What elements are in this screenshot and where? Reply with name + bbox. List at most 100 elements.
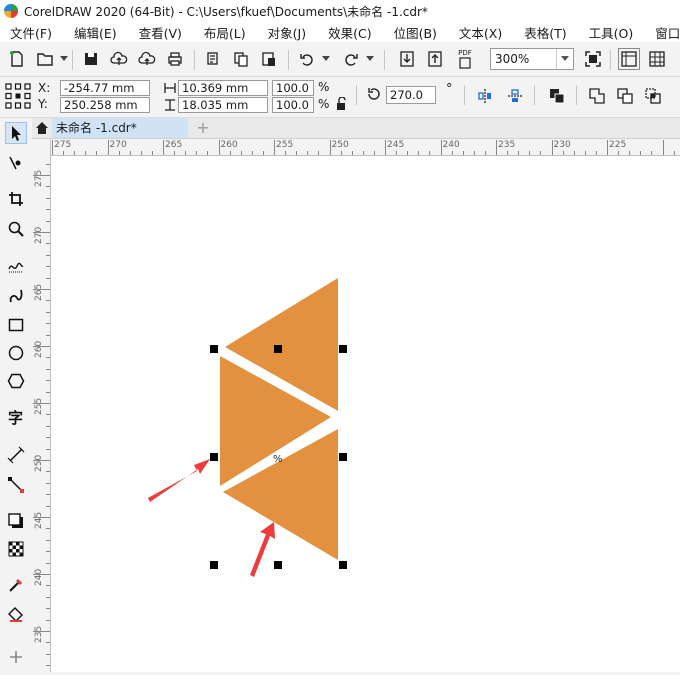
combine-button[interactable]	[546, 85, 568, 107]
canvas-drawing: %	[148, 278, 347, 577]
v-ruler-tick	[33, 631, 50, 632]
height-field[interactable]: 18.035 mm	[178, 97, 268, 113]
full-screen-preview-button[interactable]	[582, 48, 604, 70]
y-position-field[interactable]: 250.258 mm	[60, 97, 150, 113]
menu-layout[interactable]: 布局(L)	[204, 23, 246, 42]
menu-effects[interactable]: 效果(C)	[328, 23, 371, 42]
horizontal-ruler[interactable]: 275 270 265 260 255 250 245 240 235 230 225	[50, 139, 680, 156]
h-ruler-tick	[507, 151, 509, 155]
handle-bottom-center[interactable]	[274, 561, 282, 569]
menu-object[interactable]: 对象(J)	[268, 23, 306, 42]
zoom-dropdown-button[interactable]	[556, 49, 573, 69]
lock-ratio-icon[interactable]	[335, 97, 347, 111]
cut-button[interactable]	[202, 48, 224, 70]
handle-top-right[interactable]	[339, 345, 347, 353]
pick-tool[interactable]	[5, 122, 27, 144]
menu-file[interactable]: 文件(F)	[10, 23, 52, 42]
red-arrow-left	[148, 459, 210, 502]
drawing-canvas[interactable]: %	[51, 156, 680, 672]
zoom-level-combobox[interactable]: 300%	[490, 48, 574, 70]
menu-bitmaps[interactable]: 位图(B)	[394, 23, 437, 42]
export-button[interactable]	[424, 48, 446, 70]
handle-middle-left[interactable]	[210, 453, 218, 461]
v-ruler-label: 255	[34, 397, 44, 415]
width-field[interactable]: 10.369 mm	[178, 80, 268, 96]
h-ruler-tick	[251, 151, 253, 155]
mirror-vertical-button[interactable]	[504, 85, 526, 107]
intersect-button[interactable]	[642, 85, 664, 107]
import-button[interactable]	[396, 48, 418, 70]
rotation-angle-field[interactable]: 270.0	[386, 86, 436, 104]
vertical-ruler[interactable]: 275 270 265 260 255 250 245 240 235	[32, 139, 51, 672]
cloud-upload-button[interactable]	[108, 48, 130, 70]
paste-button[interactable]	[258, 48, 280, 70]
save-button[interactable]	[80, 48, 102, 70]
copy-button[interactable]	[230, 48, 252, 70]
welcome-screen-tab[interactable]	[32, 118, 52, 138]
intersect-icon	[645, 88, 661, 104]
v-ruler-tick	[46, 482, 50, 484]
ellipse-tool[interactable]	[5, 342, 27, 364]
scale-x-field[interactable]: 100.0	[272, 80, 314, 96]
undo-dropdown-icon[interactable]	[322, 56, 330, 61]
add-tool-button[interactable]	[5, 646, 27, 668]
weld-button[interactable]	[586, 85, 608, 107]
v-ruler-tick	[46, 277, 50, 279]
reference-point-icon[interactable]	[5, 83, 31, 109]
menu-table[interactable]: 表格(T)	[524, 23, 566, 42]
connector-tool[interactable]	[5, 474, 27, 496]
handle-bottom-right[interactable]	[339, 561, 347, 569]
grid-icon	[649, 51, 665, 67]
text-tool[interactable]: 字	[5, 406, 27, 428]
show-grid-button[interactable]	[646, 48, 668, 70]
polygon-tool[interactable]	[5, 370, 27, 392]
interactive-fill-tool[interactable]	[5, 604, 27, 626]
open-button[interactable]	[34, 48, 56, 70]
artistic-media-tool[interactable]	[5, 284, 27, 306]
eyedropper-tool[interactable]	[5, 574, 27, 596]
scale-y-field[interactable]: 100.0	[272, 97, 314, 113]
x-position-field[interactable]: -254.77 mm	[60, 80, 150, 96]
show-rulers-button[interactable]	[618, 48, 640, 70]
redo-button[interactable]	[340, 48, 362, 70]
v-ruler-label: 265	[34, 283, 44, 301]
drop-shadow-tool[interactable]	[5, 510, 27, 532]
document-tab[interactable]: 未命名 -1.cdr*	[52, 118, 188, 138]
redo-dropdown-icon[interactable]	[366, 56, 374, 61]
open-dropdown-icon[interactable]	[60, 56, 68, 61]
magnifier-icon	[8, 221, 24, 237]
menu-text[interactable]: 文本(X)	[459, 23, 502, 42]
mirror-horizontal-button[interactable]	[474, 85, 496, 107]
menu-window[interactable]: 窗口	[655, 23, 680, 42]
v-ruler-tick	[46, 642, 50, 644]
h-ruler-tick	[418, 151, 420, 155]
menu-edit[interactable]: 编辑(E)	[74, 23, 117, 42]
rectangle-tool[interactable]	[5, 314, 27, 336]
toolbar-separator	[610, 50, 611, 70]
zoom-tool[interactable]	[5, 218, 27, 240]
h-ruler-tick	[218, 140, 220, 155]
print-button[interactable]	[164, 48, 186, 70]
transparency-tool[interactable]	[5, 538, 27, 560]
undo-button[interactable]	[296, 48, 318, 70]
handle-middle-right[interactable]	[339, 453, 347, 461]
freehand-tool[interactable]	[5, 254, 27, 276]
menu-view[interactable]: 查看(V)	[139, 23, 182, 42]
shape-tool[interactable]	[5, 152, 27, 174]
h-ruler-tick	[562, 151, 564, 155]
handle-top-center[interactable]	[274, 345, 282, 353]
publish-pdf-button[interactable]: PDF	[454, 48, 476, 70]
menu-tools[interactable]: 工具(O)	[589, 23, 634, 42]
v-ruler-tick	[46, 323, 50, 325]
parallel-dimension-tool[interactable]	[5, 444, 27, 466]
new-document-button[interactable]	[6, 48, 28, 70]
h-ruler-tick	[484, 151, 486, 155]
v-ruler-tick	[46, 437, 50, 439]
toolbar-separator	[464, 85, 465, 105]
trim-button[interactable]	[614, 85, 636, 107]
cloud-publish-button[interactable]	[136, 48, 158, 70]
handle-top-left[interactable]	[210, 345, 218, 353]
handle-bottom-left[interactable]	[210, 561, 218, 569]
crop-tool[interactable]	[5, 188, 27, 210]
new-tab-button[interactable]: +	[194, 118, 212, 138]
